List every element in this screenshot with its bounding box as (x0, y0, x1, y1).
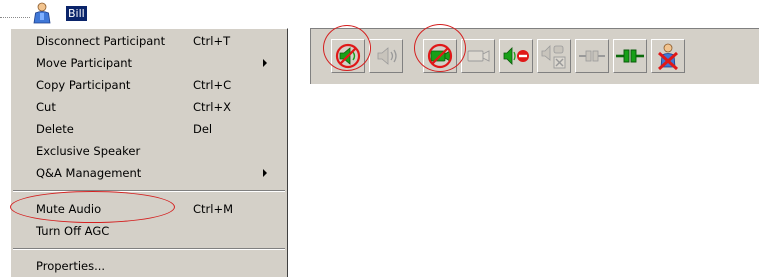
video-on-button[interactable] (461, 39, 495, 73)
video-off-icon (427, 43, 453, 69)
menu-item-shortcut: Ctrl+T (193, 34, 231, 48)
speaker-disconnect-button[interactable] (537, 39, 571, 73)
participant-toolbar (310, 28, 759, 84)
menu-item-qa-management[interactable]: Q&A Management (11, 162, 287, 184)
menu-item-label: Cut (36, 100, 56, 114)
tree-connector-line (0, 17, 30, 18)
connect-plug-icon (616, 49, 644, 63)
mute-audio-button[interactable] (331, 39, 365, 73)
menu-item-move-participant[interactable]: Move Participant (11, 52, 287, 74)
connect-plug-button[interactable] (613, 39, 647, 73)
menu-item-properties[interactable]: Properties... (11, 255, 287, 277)
participant-user-icon[interactable] (32, 2, 52, 24)
disconnect-plug-icon (579, 50, 605, 62)
menu-separator (13, 248, 285, 250)
menu-item-label: Turn Off AGC (36, 224, 110, 238)
menu-item-mute-audio[interactable]: Mute Audio Ctrl+M (11, 198, 287, 220)
menu-item-shortcut: Del (193, 122, 213, 136)
menu-item-exclusive-speaker[interactable]: Exclusive Speaker (11, 140, 287, 162)
menu-item-label: Copy Participant (36, 78, 131, 92)
menu-item-label: Disconnect Participant (36, 34, 166, 48)
menu-item-label: Move Participant (36, 56, 133, 70)
menu-item-copy-participant[interactable]: Copy Participant Ctrl+C (11, 74, 287, 96)
menu-item-label: Exclusive Speaker (36, 144, 141, 158)
menu-item-shortcut: Ctrl+C (193, 78, 232, 92)
menu-item-cut[interactable]: Cut Ctrl+X (11, 96, 287, 118)
unmute-audio-button[interactable] (369, 39, 403, 73)
menu-item-label: Properties... (36, 259, 106, 273)
menu-item-label: Delete (36, 122, 74, 136)
menu-item-turn-off-agc[interactable]: Turn Off AGC (11, 220, 287, 242)
mute-audio-icon (335, 43, 361, 69)
remove-participant-icon (658, 43, 678, 71)
participant-name-label[interactable]: Bill (66, 6, 87, 21)
menu-item-shortcut: Ctrl+X (193, 100, 231, 114)
submenu-arrow-icon (263, 169, 267, 177)
video-on-icon (467, 50, 490, 62)
disconnect-plug-button[interactable] (575, 39, 609, 73)
remove-participant-button[interactable] (651, 39, 685, 73)
speaker-disconnect-icon (541, 45, 566, 69)
menu-item-disconnect-participant[interactable]: Disconnect Participant Ctrl+T (11, 30, 287, 52)
speaker-block-icon (503, 47, 529, 65)
submenu-arrow-icon (263, 59, 267, 67)
speaker-block-button[interactable] (499, 39, 533, 73)
menu-separator (13, 190, 285, 192)
menu-item-label: Q&A Management (36, 166, 142, 180)
participant-context-menu: Disconnect Participant Ctrl+T Move Parti… (10, 28, 288, 277)
menu-item-label: Mute Audio (36, 202, 102, 216)
unmute-audio-icon (377, 47, 397, 65)
video-off-button[interactable] (423, 39, 457, 73)
menu-item-delete[interactable]: Delete Del (11, 118, 287, 140)
menu-item-shortcut: Ctrl+M (193, 202, 234, 216)
